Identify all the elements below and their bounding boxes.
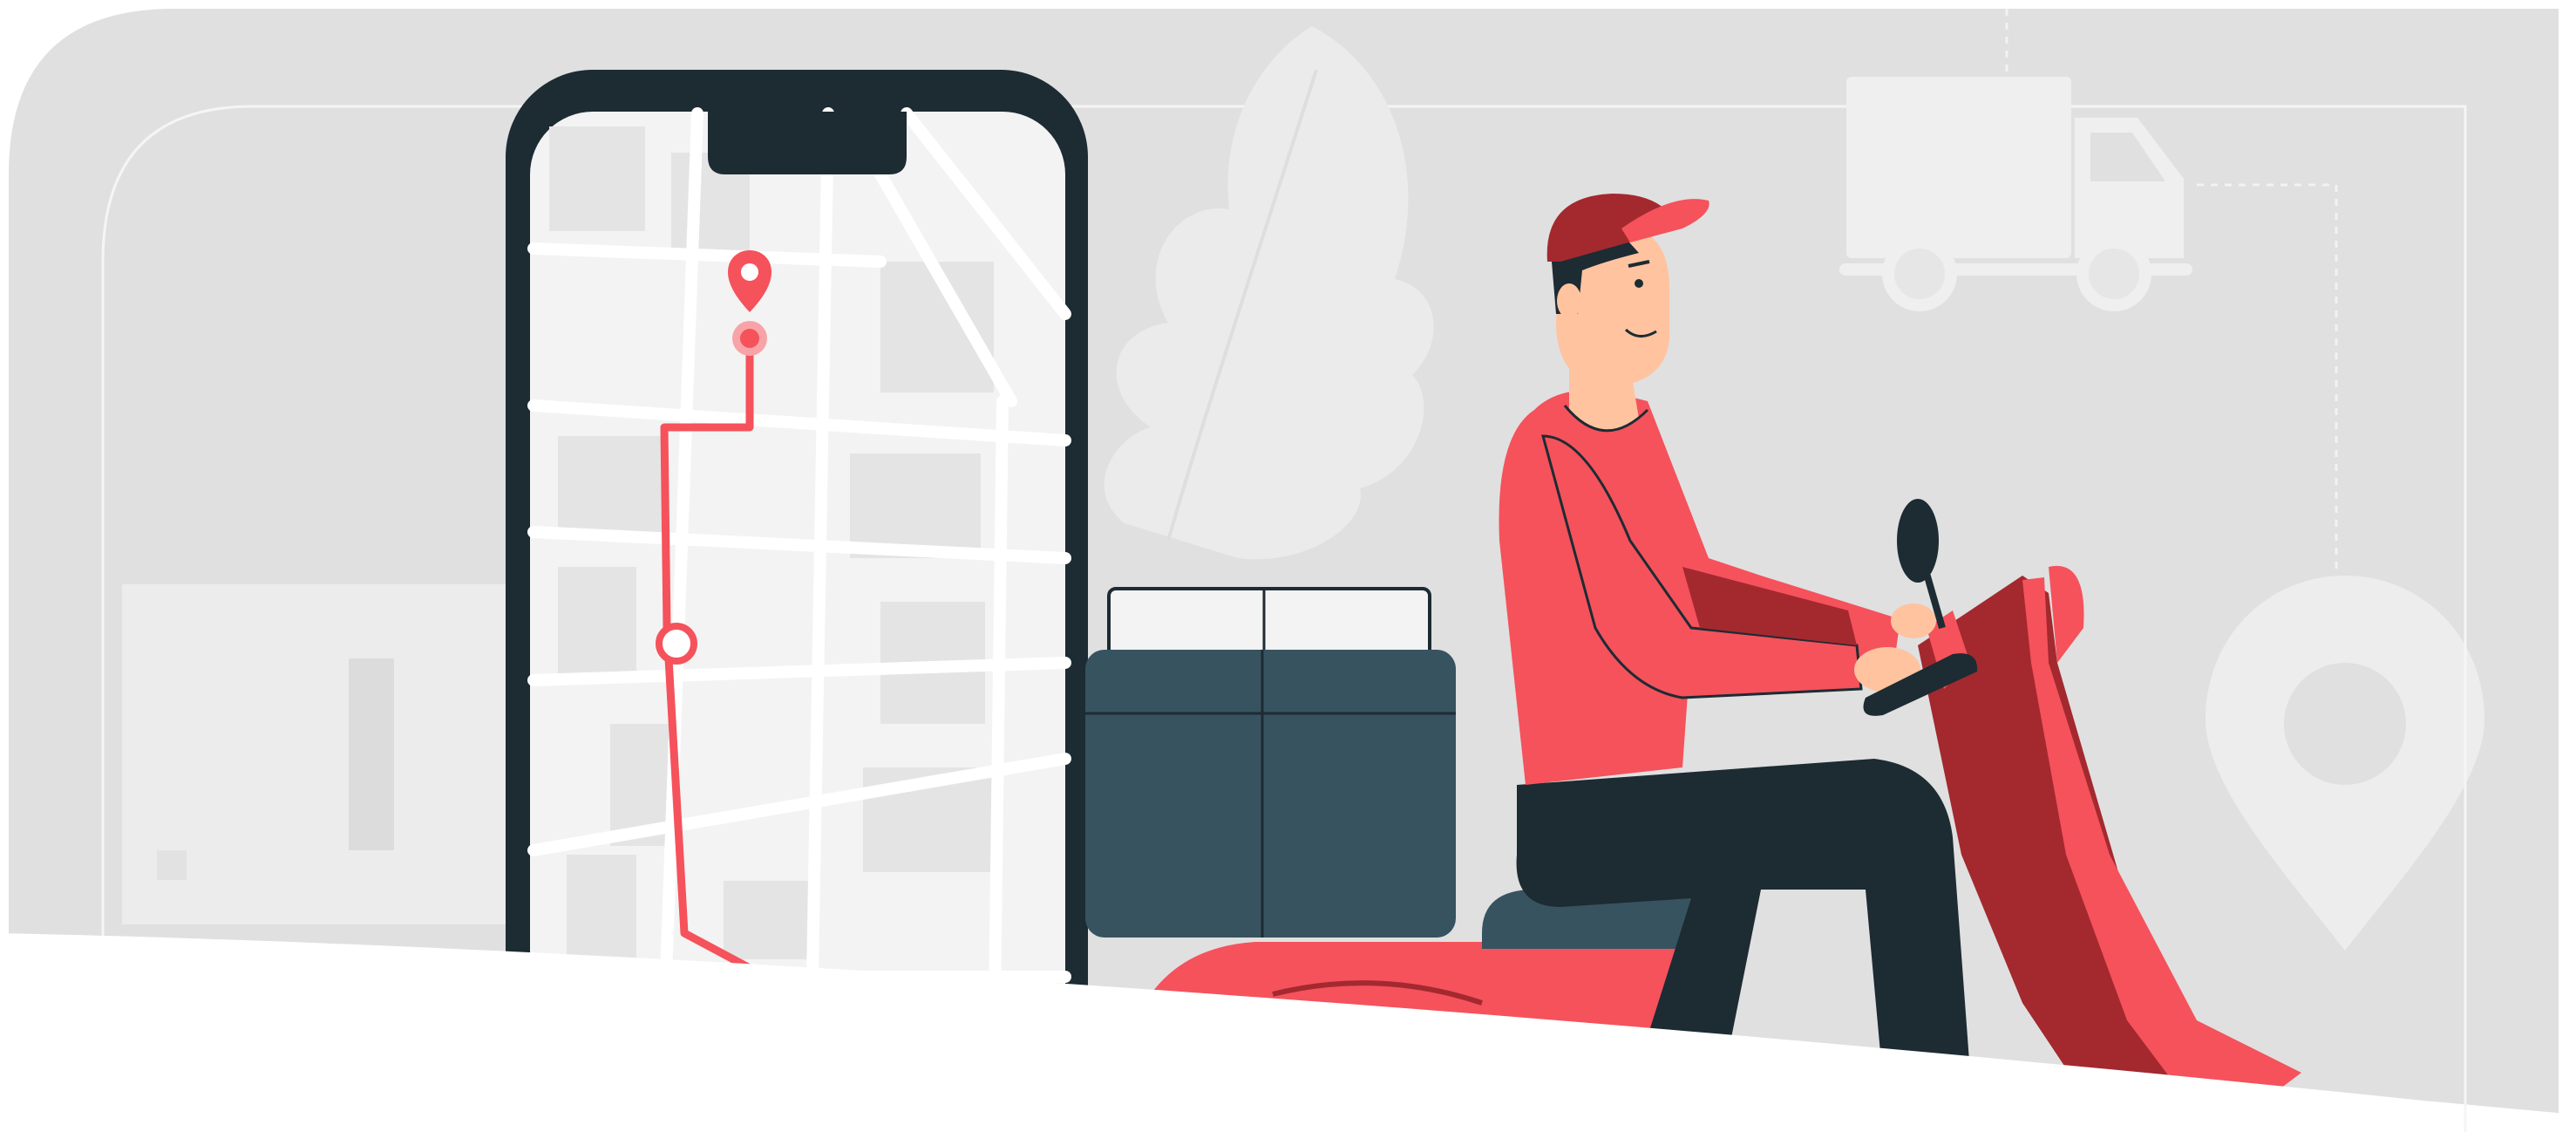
bg-box-strap xyxy=(349,658,394,850)
delivery-illustration xyxy=(0,9,2576,1132)
phone-notch xyxy=(708,112,907,174)
rider-ear xyxy=(1557,283,1581,318)
box-body xyxy=(1085,650,1456,938)
truck-cargo xyxy=(1846,77,2071,258)
rider-eye xyxy=(1635,279,1643,288)
smartphone xyxy=(506,70,1088,1077)
box-lid xyxy=(1107,587,1431,658)
background-boxes xyxy=(122,584,506,924)
truck-wheel-back xyxy=(1882,236,1957,311)
map-pin-hole xyxy=(741,263,758,281)
bg-box-left xyxy=(122,584,349,924)
delivery-box xyxy=(1085,587,1456,938)
rider-hand-top xyxy=(1891,604,1936,638)
route-waypoint xyxy=(656,623,697,665)
bg-box-label xyxy=(157,850,187,880)
big-pin-hole xyxy=(2284,663,2406,785)
scooter-mirror xyxy=(1897,499,1939,583)
route-start-dot xyxy=(740,329,759,348)
truck-wheel-front xyxy=(2076,236,2151,311)
